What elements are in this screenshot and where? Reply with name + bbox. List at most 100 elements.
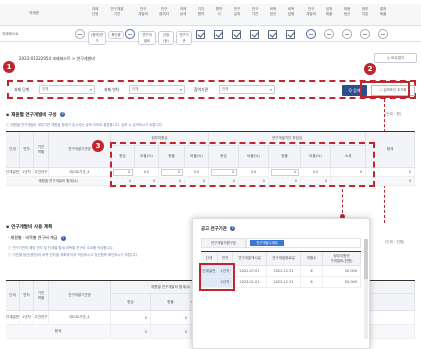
status-circle-icon[interactable] (125, 29, 135, 39)
subsection-title: · 재원별 · 비목별 연구비 계급 ? (8, 235, 66, 241)
annotation-badge-2: 2 (364, 63, 376, 75)
checkbox-icon[interactable] (286, 30, 295, 39)
status-header: 과제 선정 (91, 7, 99, 16)
minus-circle-icon[interactable] (360, 29, 370, 39)
table-cell: 2022.07.01 (233, 266, 267, 277)
status-grid: 과제명 과제 선정 연구개발 기관 연구 개발비 연구 참여자 과제 상세 기관… (0, 0, 421, 46)
status-header: 최종 정산 (343, 7, 351, 16)
sum-label: 재원별 연구개발비 합계(A) (6, 177, 111, 186)
status-pill[interactable]: 연구기관 (176, 31, 192, 45)
col-header: 기관 역할 (34, 132, 49, 168)
status-grid-header: 과제명 과제 선정 연구개발 기관 연구 개발비 연구 참여자 과제 상세 기관… (0, 4, 421, 26)
status-circle-icon[interactable] (75, 29, 85, 39)
status-header: 연구 개발비 (138, 7, 148, 16)
col-header: 개월수 (301, 252, 323, 266)
minus-circle-icon[interactable] (378, 29, 388, 39)
table-cell: 0 (151, 311, 191, 325)
help-icon[interactable]: ? (60, 112, 66, 117)
col-header: 연구개발개시일 (233, 252, 267, 266)
status-header: 연구개발 기관 (110, 7, 124, 16)
popup-title: 공고 연구기관 ? (201, 226, 236, 232)
filter-label-org: 참여기관 (194, 87, 208, 92)
sum-label: 합계 (6, 325, 111, 339)
filter-bar: 과제 단계 전체 과제 연차 전체 참여기관 전체 Q 검색 ○ 검색조건 초기… (7, 80, 416, 99)
year-select[interactable]: 전체 (129, 85, 185, 94)
table-cell: 50,000 (323, 277, 361, 288)
table-cell: 단계일반 (6, 311, 20, 325)
checkbox-icon[interactable] (232, 30, 241, 39)
table-cell: 주관연구 (34, 311, 49, 325)
status-header: 연구 참여자 (159, 7, 169, 16)
col-header: 기관 역할 (34, 281, 49, 311)
sum-cell: 0 (151, 325, 191, 339)
help-icon[interactable]: ? (230, 226, 236, 231)
status-header: 비목 집행 (287, 7, 295, 16)
checkbox-icon[interactable] (268, 30, 277, 39)
popup-scrollbar-thumb[interactable] (364, 239, 368, 279)
table-cell: 2022.12.31 (267, 266, 301, 277)
status-pill[interactable]: (협약)연구 (88, 31, 106, 45)
status-header: 기관 협약 (197, 7, 205, 16)
subsection-title-text: · 재원별 · 비목별 연구비 계급 (8, 235, 58, 240)
info-text: ⓘ 연구기관의 해당 연차 및 단계별 합계 비목별 연구비 소요를 작성합니다… (8, 246, 114, 250)
status-header: 연구 실적 (233, 7, 241, 16)
table-cell: 1년차 (20, 311, 34, 325)
org-select[interactable]: 전체 (219, 85, 275, 94)
col-header: 연구개발기관명 (49, 281, 111, 311)
popup-scrollbar[interactable] (364, 239, 368, 339)
status-header-task-name: 과제명 (29, 11, 39, 15)
status-header: 정부 지분 (361, 7, 369, 16)
table-cell: 테스트기관_4 (49, 168, 111, 177)
fold-all-button[interactable]: ◎ 모두접기 (374, 53, 417, 63)
col-header: 현물 (151, 294, 191, 311)
table-cell: 0 (111, 311, 151, 325)
info-text: ⓘ 재원별 연구개발비 세부기관 재원별 합계가 표시되는 금액 이하로 결정합… (6, 123, 163, 127)
minus-circle-icon[interactable] (306, 29, 316, 39)
minus-circle-icon[interactable] (324, 29, 334, 39)
reset-highlight (360, 81, 410, 98)
status-pill[interactable]: 신청(등) (158, 31, 174, 45)
stage-select[interactable]: 전체 (39, 85, 95, 94)
unit-label: (단위 : 천원) (385, 240, 405, 244)
section-title-text: 연구개발비 사용 계획 (11, 225, 53, 230)
filter-label-stage: 과제 단계 (14, 87, 30, 92)
status-header: 결과 제출 (379, 7, 387, 16)
status-header: 협약 서 (215, 7, 223, 16)
status-grid-row: 과제테스트 (협약)연구 확인중 연구개발비 신청(등) 연구기관 (0, 27, 421, 45)
sum-cell: 0 (111, 325, 151, 339)
unit-label: (단위 : 원) (385, 112, 402, 116)
popup-title-text: 공고 연구기관 (201, 227, 227, 232)
annotation-badge-1: 1 (3, 61, 15, 73)
status-task-name: 과제테스트 (2, 32, 19, 36)
popup-filter-value[interactable]: 연구개발수계정 (250, 240, 284, 246)
col-header: 연차 (20, 132, 34, 168)
checkbox-icon[interactable] (214, 30, 223, 39)
minus-circle-icon[interactable] (342, 29, 352, 39)
annotation-badge-3: 3 (92, 140, 104, 152)
col-header: 현금 (111, 294, 151, 311)
popup-filter-cell: 연구개발수계정 (246, 238, 361, 248)
table-cell: 6 (301, 277, 323, 288)
popup-row-highlight (199, 263, 235, 291)
status-pill[interactable]: 확인중 (108, 31, 124, 39)
status-header: 연구 기관 (251, 7, 259, 16)
col-header: 연차 (20, 281, 34, 311)
table-cell: 주관연구 (34, 168, 49, 177)
help-icon[interactable]: ? (60, 235, 66, 241)
checkbox-icon[interactable] (250, 30, 259, 39)
section-title-usage: ▪ 연구개발비 사용 계획 (6, 225, 53, 230)
col-header: 연구개발종료일 (267, 252, 301, 266)
status-pill[interactable]: 연구개발비 (138, 31, 156, 45)
popup-table: 단계 연차 연구개발개시일 연구개발종료일 개월수 정부지원연 구개발비(천원)… (201, 251, 361, 288)
breadcrumb: 2023-01222954 과제테스트 > 연구개발비 (19, 56, 95, 61)
col-header: 정부지원연 구개발비(천원) (323, 252, 361, 266)
table-cell: 6 (301, 266, 323, 277)
table-cell: 2023.12.31 (267, 277, 301, 288)
status-header: 과제 상세 (179, 7, 187, 16)
checkbox-icon[interactable] (196, 30, 205, 39)
filter-label-year: 과제 연차 (104, 87, 120, 92)
section-title-text: 재원별 연구개발비 구성 (11, 113, 57, 118)
table-cell: 테스트기관_4 (49, 311, 111, 325)
highlight-box (110, 142, 375, 187)
col-header: 단계 (6, 281, 20, 311)
